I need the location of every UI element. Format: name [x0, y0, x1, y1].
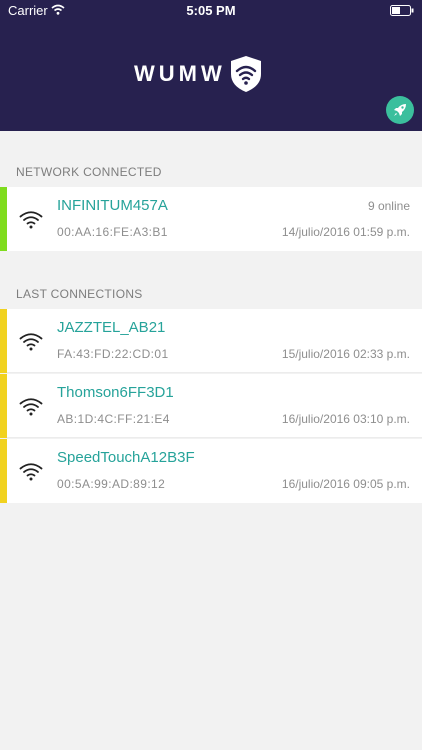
network-name: Thomson6FF3D1 — [57, 384, 174, 401]
wifi-icon — [19, 333, 43, 351]
connection-date: 16/julio/2016 03:10 p.m. — [281, 412, 410, 426]
status-stripe — [0, 439, 7, 503]
network-item[interactable]: Thomson6FF3D1 AB:1D:4C:FF:21:E4 16/julio… — [0, 374, 422, 438]
app-logo: WUMW — [134, 54, 264, 94]
wifi-icon — [19, 398, 43, 416]
mac-address: AB:1D:4C:FF:21:E4 — [57, 412, 170, 426]
rocket-button[interactable] — [386, 96, 414, 124]
row-divider — [7, 437, 422, 438]
status-stripe — [0, 374, 7, 438]
connection-date: 14/julio/2016 01:59 p.m. — [281, 225, 410, 239]
app-header: Carrier 5:05 PM WUMW — [0, 0, 422, 131]
mac-address: 00:AA:16:FE:A3:B1 — [57, 225, 168, 239]
network-item-connected[interactable]: INFINITUM457A 9 online 00:AA:16:FE:A3:B1… — [0, 187, 422, 251]
online-count: 9 online — [367, 199, 410, 213]
connection-date: 16/julio/2016 09:05 p.m. — [281, 477, 410, 491]
section-label-connected: NETWORK CONNECTED — [16, 165, 162, 179]
status-stripe — [0, 187, 7, 251]
network-name: SpeedTouchA12B3F — [57, 449, 195, 466]
rocket-icon — [394, 104, 406, 116]
wifi-icon — [19, 211, 43, 229]
mac-address: 00:5A:99:AD:89:12 — [57, 477, 166, 491]
app-name: WUMW — [134, 61, 226, 86]
wifi-icon — [19, 463, 43, 481]
status-stripe — [0, 309, 7, 373]
shield-wifi-icon — [230, 56, 261, 92]
network-name: JAZZTEL_AB21 — [57, 319, 166, 336]
status-bar: Carrier 5:05 PM — [0, 0, 422, 22]
connection-date: 15/julio/2016 02:33 p.m. — [281, 347, 410, 361]
mac-address: FA:43:FD:22:CD:01 — [57, 347, 169, 361]
section-label-last: LAST CONNECTIONS — [16, 287, 143, 301]
network-name: INFINITUM457A — [57, 197, 168, 214]
battery-icon — [390, 5, 414, 16]
network-item[interactable]: JAZZTEL_AB21 FA:43:FD:22:CD:01 15/julio/… — [0, 309, 422, 373]
row-divider — [7, 372, 422, 373]
network-item[interactable]: SpeedTouchA12B3F 00:5A:99:AD:89:12 16/ju… — [0, 439, 422, 503]
status-time: 5:05 PM — [186, 3, 236, 18]
